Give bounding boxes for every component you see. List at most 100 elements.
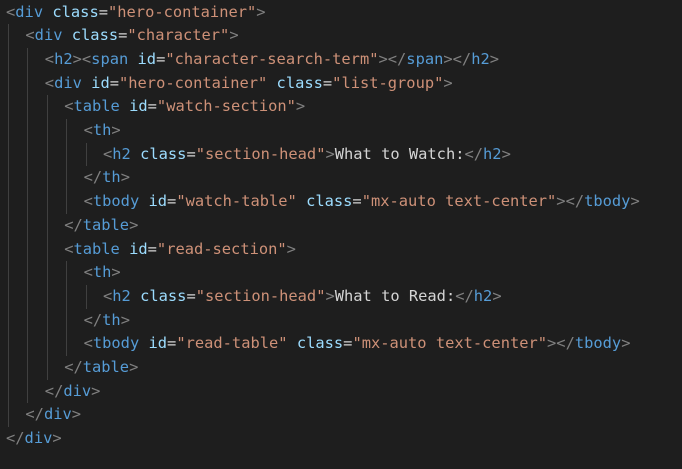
code-token: < (103, 144, 113, 163)
code-token: > (52, 429, 62, 448)
code-token: "character-search-term" (165, 49, 379, 68)
code-token: > (295, 97, 306, 116)
code-token: > (71, 405, 82, 424)
code-token: </ (464, 144, 484, 163)
code-token: > (501, 144, 511, 163)
code-token: "list-group" (332, 73, 444, 92)
code-token: id (137, 49, 157, 68)
code-token: </ (64, 215, 83, 234)
code-token: > (286, 239, 296, 258)
code-token: = (118, 26, 128, 45)
code-token: div (24, 429, 53, 448)
code-token: "mx-auto text-center" (361, 192, 557, 211)
code-token: What to Read: (334, 286, 456, 305)
code-token: < (103, 286, 113, 305)
code-line: </th> (84, 309, 130, 333)
code-editor[interactable]: <div class="hero-container"> <div class="… (0, 0, 682, 469)
code-line: <div class="hero-container"> (6, 1, 266, 25)
code-token: < (25, 26, 35, 45)
code-token: > (120, 310, 130, 329)
code-token: th (102, 310, 121, 329)
code-token: </ (83, 168, 103, 187)
code-token: id (148, 192, 168, 211)
code-line: </table> (64, 214, 138, 238)
code-token: > (91, 381, 101, 400)
code-token: "read-section" (156, 239, 287, 258)
code-token: = (352, 192, 362, 211)
code-token: h2 (471, 49, 490, 68)
code-token: span (91, 49, 129, 68)
code-token: class (276, 73, 323, 92)
code-token: > (111, 263, 121, 282)
code-token: </ (44, 381, 64, 400)
code-token: > (120, 168, 130, 187)
code-token: >< (72, 49, 92, 68)
code-token: = (147, 239, 157, 258)
code-line: <tbody id="read-table" class="mx-auto te… (84, 332, 631, 356)
code-token: = (109, 73, 119, 92)
code-token: </ (6, 429, 25, 448)
code-token: class (296, 334, 344, 353)
code-token: table (82, 358, 130, 376)
code-line: <table id="watch-section"> (64, 95, 305, 119)
code-line: <h2 class="section-head">What to Read:</… (103, 285, 502, 309)
code-token: "hero-container" (119, 73, 268, 92)
code-token: ></ (443, 49, 472, 68)
code-line: <tbody id="watch-table" class="mx-auto t… (84, 190, 640, 214)
code-token: id (129, 239, 148, 258)
code-token: > (630, 192, 640, 211)
code-token: < (44, 73, 55, 92)
code-token: > (492, 286, 502, 305)
code-token: tbody (92, 192, 140, 211)
code-token: div (43, 405, 72, 424)
code-token: = (156, 49, 166, 68)
code-token: h2 (54, 49, 73, 68)
code-token: < (83, 334, 93, 353)
code-line: </div> (45, 380, 101, 404)
code-token: div (63, 381, 92, 400)
code-token: div (15, 2, 44, 21)
code-line: </div> (25, 403, 81, 427)
code-token: > (129, 215, 139, 234)
code-token: > (621, 334, 631, 353)
code-token: ></ (556, 192, 585, 211)
code-token: > (111, 121, 121, 139)
code-token: = (167, 334, 177, 353)
code-token: span (406, 49, 444, 68)
code-token: > (489, 49, 500, 68)
code-token: h2 (112, 144, 131, 163)
code-token: </ (83, 310, 103, 329)
code-line: <div id="hero-container" class="list-gro… (45, 72, 453, 96)
code-token: "watch-table" (176, 192, 297, 211)
indent-guide (66, 119, 68, 214)
code-line: <div class="character"> (25, 24, 238, 48)
code-token: h2 (473, 286, 493, 305)
code-token: h2 (483, 144, 502, 163)
code-token: table (73, 239, 120, 258)
code-token: = (147, 97, 157, 116)
code-token: > (229, 26, 239, 45)
code-token: > (256, 2, 266, 21)
code-token: table (82, 215, 130, 234)
code-token: = (186, 144, 196, 163)
code-token: "mx-auto text-center" (352, 334, 548, 353)
code-line: </table> (64, 356, 138, 380)
code-line: <table id="read-section"> (64, 238, 296, 262)
code-line: <th> (84, 119, 121, 143)
code-token: > (443, 73, 453, 92)
code-token: h2 (112, 286, 131, 305)
code-token: = (167, 192, 177, 211)
code-token: > (325, 286, 335, 305)
code-token: </ (455, 286, 474, 305)
code-token: < (83, 121, 93, 139)
code-token: class (140, 144, 187, 163)
code-token: "section-head" (195, 144, 326, 163)
